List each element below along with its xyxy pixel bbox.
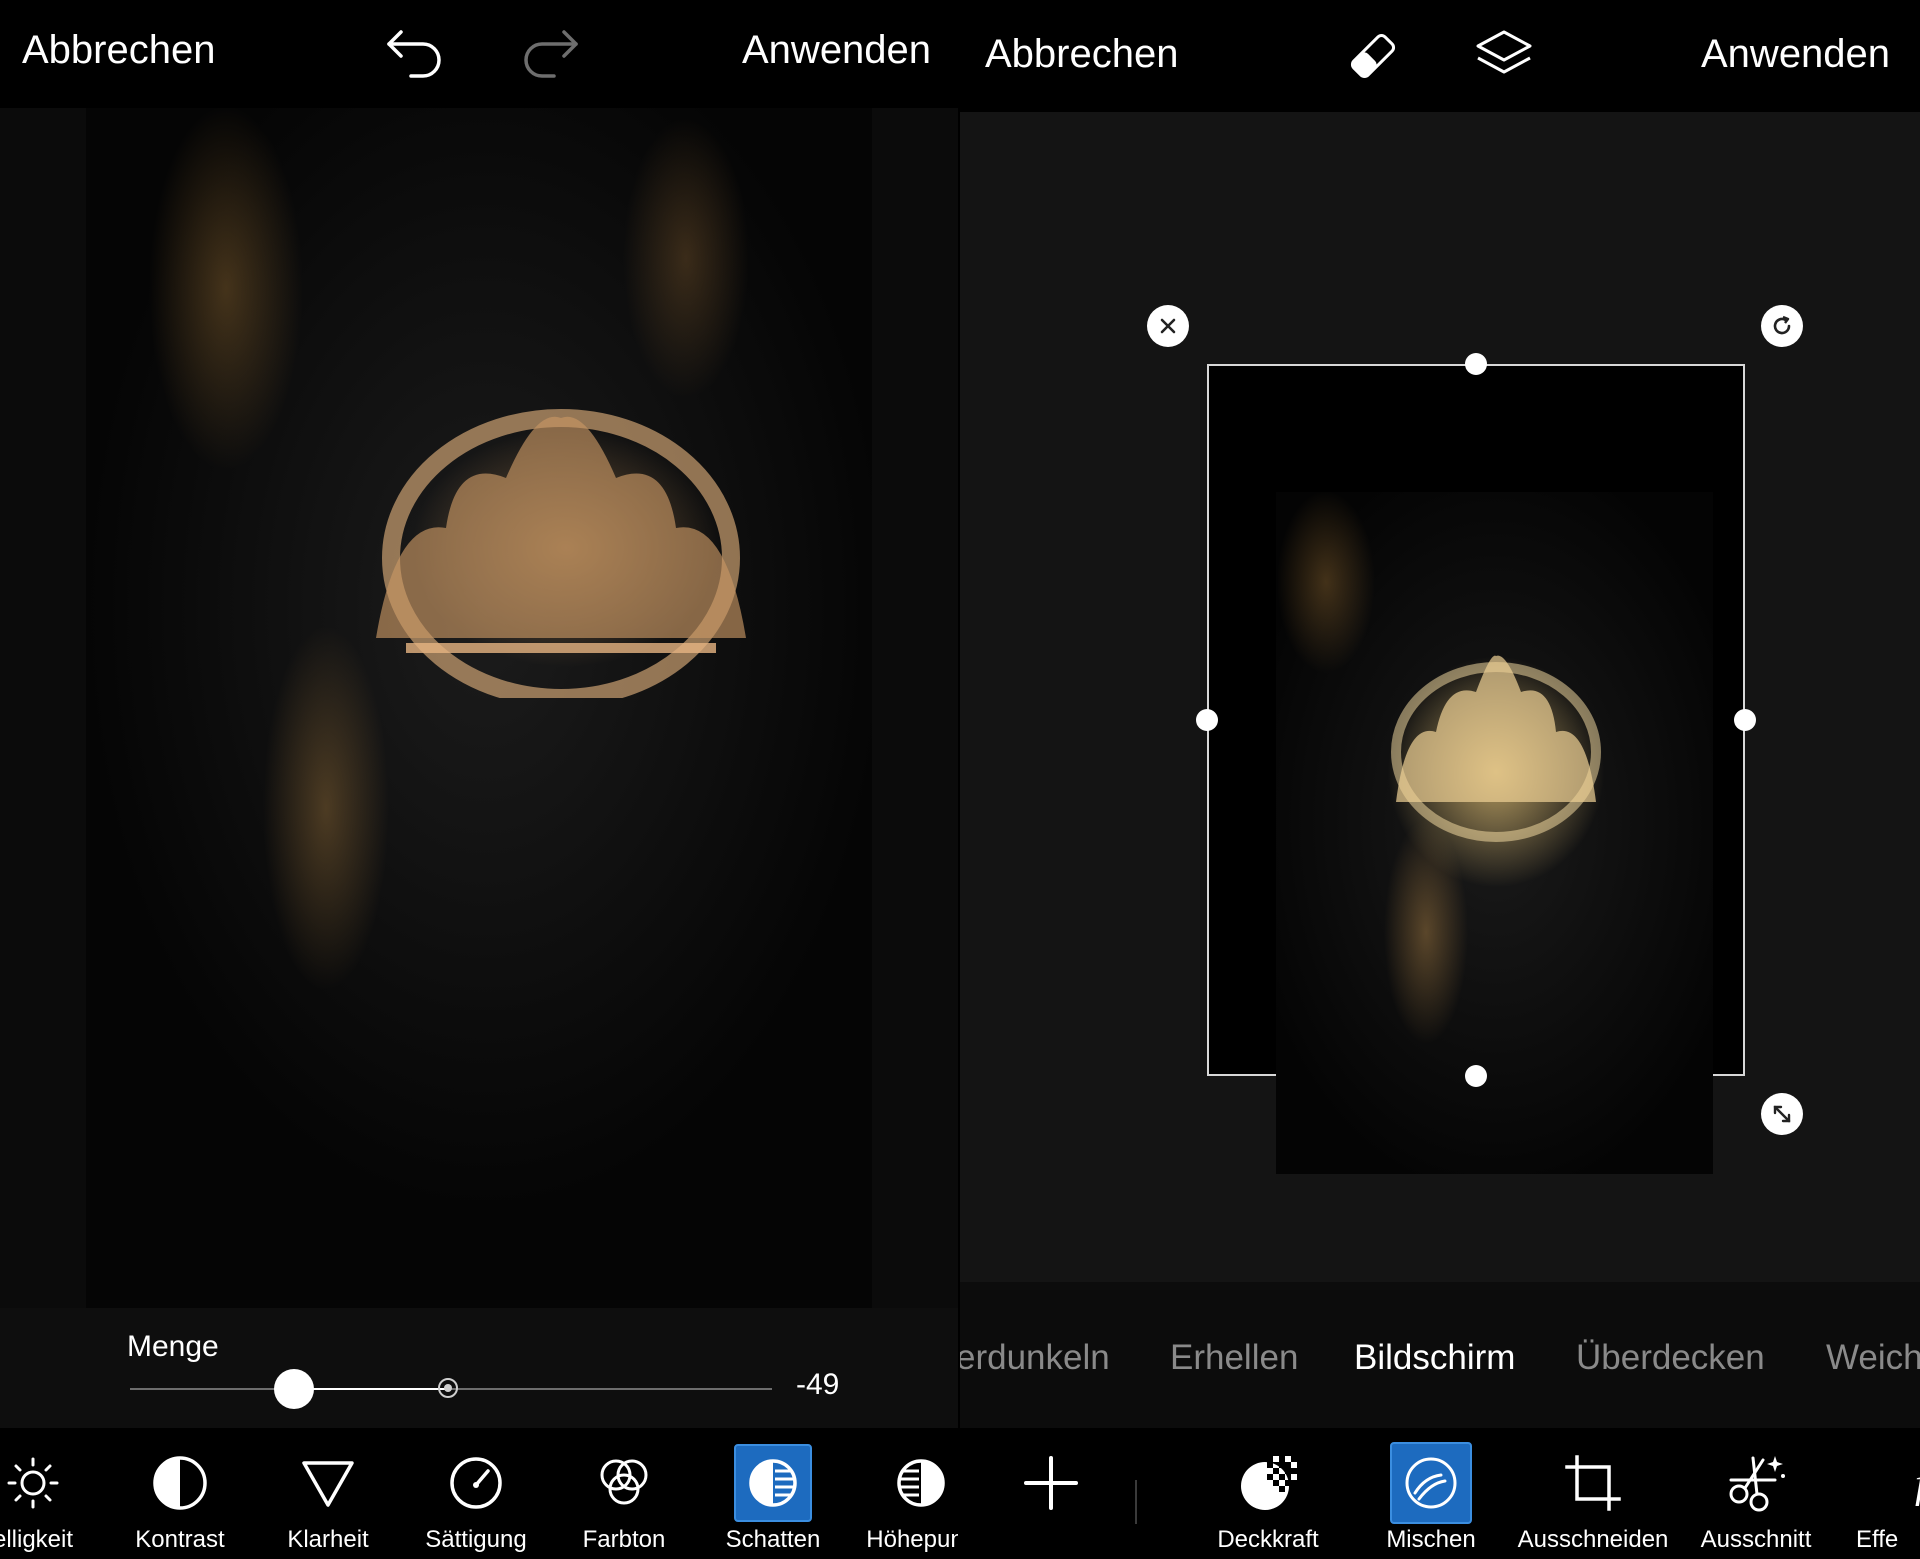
blend-topbar: Abbrechen Anwenden	[960, 0, 1920, 112]
scale-layer-button[interactable]	[1761, 1093, 1803, 1135]
tool-cutout[interactable]: Ausschnitt	[1681, 1428, 1831, 1559]
photo-preview	[86, 108, 872, 1308]
rotate-icon	[1773, 315, 1791, 335]
tool-blend[interactable]: Mischen	[1356, 1428, 1506, 1559]
tool-label: Ausschneiden	[1517, 1526, 1669, 1553]
slider-center-marker	[438, 1378, 458, 1398]
slider-label: Menge	[127, 1330, 219, 1363]
delete-layer-button[interactable]	[1147, 305, 1189, 347]
tool-label: Effe	[1856, 1526, 1899, 1553]
apply-button[interactable]: Anwenden	[742, 28, 931, 73]
layer-canvas[interactable]	[960, 112, 1920, 1282]
redo-icon[interactable]	[518, 22, 580, 78]
blend-mode-soft-light[interactable]: Weich	[1826, 1338, 1920, 1378]
apply-button[interactable]: Anwenden	[1701, 32, 1890, 77]
triangle-icon	[289, 1444, 367, 1522]
amount-slider-panel: Menge -49	[0, 1308, 960, 1428]
scale-icon	[1773, 1105, 1791, 1123]
highlights-icon	[882, 1444, 960, 1522]
adjust-toolbar: elligkeit Kontrast Klarheit Sättigung Fa…	[0, 1428, 960, 1559]
gauge-icon	[437, 1444, 515, 1522]
layer-blend-panel: Abbrechen Anwenden erdunkeln Erhellen Bi…	[960, 0, 1920, 1559]
resize-handle-right[interactable]	[1734, 709, 1756, 731]
color-circles-icon	[585, 1444, 663, 1522]
tool-highlights[interactable]: Höhepunk	[846, 1428, 960, 1559]
tool-opacity[interactable]: Deckkraft	[1193, 1428, 1343, 1559]
tool-label: Deckkraft	[1217, 1526, 1319, 1553]
resize-handle-left[interactable]	[1196, 709, 1218, 731]
slider-thumb[interactable]	[273, 1369, 314, 1409]
tool-crop[interactable]: Ausschneiden	[1518, 1428, 1668, 1559]
rotate-layer-button[interactable]	[1761, 305, 1803, 347]
blend-mode-screen[interactable]: Bildschirm	[1354, 1338, 1515, 1378]
toolbar-separator	[1135, 1480, 1137, 1524]
cutout-icon	[1717, 1444, 1795, 1522]
slider-value: -49	[796, 1368, 840, 1401]
tool-effects[interactable]: f Effe	[1826, 1428, 1920, 1559]
blend-mode-selector: erdunkeln Erhellen Bildschirm Überdecken…	[960, 1282, 1920, 1428]
cancel-button[interactable]: Abbrechen	[985, 32, 1178, 77]
tool-hue[interactable]: Farbton	[549, 1428, 699, 1559]
tool-label: Höhepunk	[866, 1526, 960, 1553]
plus-icon	[1012, 1444, 1090, 1522]
add-layer-button[interactable]	[976, 1428, 1126, 1559]
layer-toolbar: Deckkraft Mischen Ausschneiden Ausschnit…	[960, 1428, 1920, 1559]
adjust-topbar: Abbrechen Anwenden	[0, 0, 960, 108]
svg-text:f: f	[1915, 1461, 1920, 1507]
blend-mode-darken[interactable]: erdunkeln	[960, 1338, 1110, 1378]
blend-mode-lighten[interactable]: Erhellen	[1170, 1338, 1298, 1378]
shadows-icon	[734, 1444, 812, 1522]
resize-handle-bottom[interactable]	[1465, 1065, 1487, 1087]
layer-image[interactable]	[1276, 492, 1713, 1174]
tool-label: Ausschnitt	[1700, 1526, 1812, 1553]
cancel-button[interactable]: Abbrechen	[22, 28, 215, 73]
resize-handle-top[interactable]	[1465, 353, 1487, 375]
effects-icon: f	[1862, 1444, 1920, 1522]
layers-icon[interactable]	[1472, 26, 1536, 86]
photo-canvas[interactable]	[0, 108, 960, 1308]
sun-icon	[0, 1444, 72, 1522]
adjust-panel: Abbrechen Anwenden Menge -49 elligkeit K…	[0, 0, 960, 1559]
blend-mode-overlay[interactable]: Überdecken	[1576, 1338, 1765, 1378]
eraser-icon[interactable]	[1343, 26, 1403, 86]
opacity-icon	[1229, 1444, 1307, 1522]
contrast-icon	[141, 1444, 219, 1522]
close-icon	[1160, 318, 1176, 334]
blend-icon	[1390, 1442, 1472, 1524]
undo-icon[interactable]	[385, 22, 447, 78]
slider-fill	[293, 1388, 451, 1390]
crop-icon	[1554, 1444, 1632, 1522]
crown-icon	[1391, 655, 1601, 842]
crown-icon	[376, 409, 746, 698]
